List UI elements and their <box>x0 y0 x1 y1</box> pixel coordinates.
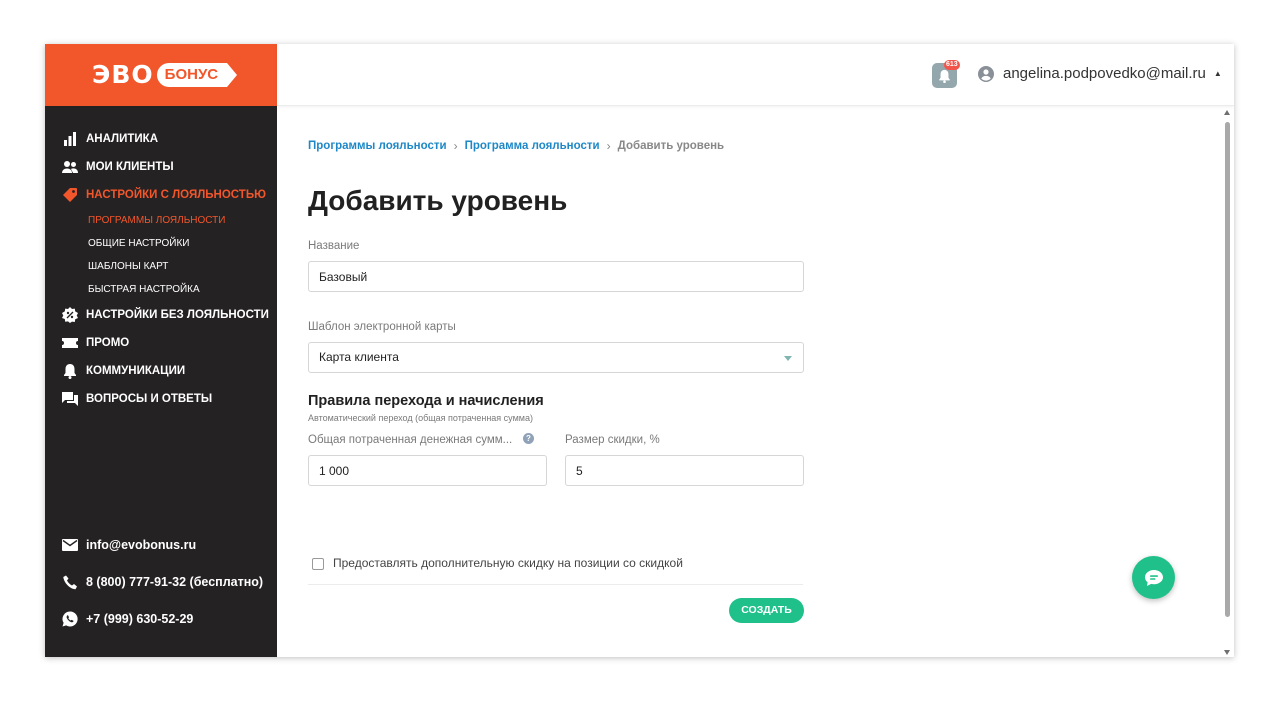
breadcrumb-link-programs[interactable]: Программы лояльности <box>308 140 447 152</box>
contact-phone-text: 8 (800) 777-91-32 (бесплатно) <box>86 575 264 589</box>
contact-email-text: info@evobonus.ru <box>86 538 197 552</box>
scroll-down-arrow-icon[interactable] <box>1224 650 1230 655</box>
logo[interactable]: ЭВО БОНУС <box>92 60 238 89</box>
discount-input[interactable] <box>565 455 804 486</box>
rules-section-title: Правила перехода и начисления <box>308 393 544 409</box>
contact-email[interactable]: info@evobonus.ru <box>62 537 196 553</box>
account-circle-icon <box>978 65 994 82</box>
sidebar-item-communications[interactable]: КОММУНИКАЦИИ <box>62 363 185 379</box>
mail-icon <box>62 537 78 553</box>
ticket-icon <box>62 335 78 351</box>
sidebar-subitem-loyalty-programs[interactable]: ПРОГРАММЫ ЛОЯЛЬНОСТИ <box>88 215 225 226</box>
extra-discount-checkbox[interactable] <box>312 558 324 570</box>
sidebar-item-faq[interactable]: ВОПРОСЫ И ОТВЕТЫ <box>62 391 212 407</box>
sidebar-item-label: АНАЛИТИКА <box>86 133 159 145</box>
sidebar-item-loyalty-settings[interactable]: НАСТРОЙКИ С ЛОЯЛЬНОСТЬЮ <box>62 187 266 203</box>
sidebar-item-label: НАСТРОЙКИ С ЛОЯЛЬНОСТЬЮ <box>86 189 266 201</box>
bell-icon <box>62 363 78 379</box>
contact-phone[interactable]: 8 (800) 777-91-32 (бесплатно) <box>62 574 263 590</box>
user-menu[interactable]: angelina.podpovedko@mail.ru ▲ <box>978 65 1222 82</box>
create-button[interactable]: СОЗДАТЬ <box>729 598 804 623</box>
caret-up-icon: ▲ <box>1213 69 1222 78</box>
help-icon[interactable]: ? <box>523 433 534 444</box>
sidebar-subitem-quick-setup[interactable]: БЫСТРАЯ НАСТРОЙКА <box>88 284 200 295</box>
sidebar-subitem-general-settings[interactable]: ОБЩИЕ НАСТРОЙКИ <box>88 238 189 249</box>
logo-bonus-text: БОНУС <box>156 62 238 87</box>
chat-widget-button[interactable] <box>1132 556 1175 599</box>
tag-icon <box>62 187 78 203</box>
sidebar-item-label: НАСТРОЙКИ БЕЗ ЛОЯЛЬНОСТИ <box>86 309 269 321</box>
template-label: Шаблон электронной карты <box>308 321 456 333</box>
sidebar-item-analytics[interactable]: АНАЛИТИКА <box>62 131 158 147</box>
chat-icon <box>1144 569 1163 586</box>
percent-badge-icon <box>62 307 78 323</box>
chat-bubbles-icon <box>62 391 78 407</box>
notification-bell-icon <box>939 69 950 83</box>
whatsapp-icon <box>62 611 78 627</box>
chevron-right-icon: › <box>453 139 458 153</box>
chevron-right-icon: › <box>606 139 611 153</box>
dropdown-arrow-icon <box>784 356 792 361</box>
user-email: angelina.podpovedko@mail.ru <box>1003 65 1206 82</box>
sidebar-item-promo[interactable]: ПРОМО <box>62 335 129 351</box>
logo-evo-text: ЭВО <box>92 60 154 89</box>
breadcrumb: Программы лояльности › Программа лояльно… <box>308 139 724 153</box>
sidebar: ЭВО БОНУС АНАЛИТИКА МОИ КЛИЕНТЫ НАСТРОЙК… <box>45 44 277 657</box>
sidebar-item-label: ВОПРОСЫ И ОТВЕТЫ <box>86 393 213 405</box>
sidebar-item-clients[interactable]: МОИ КЛИЕНТЫ <box>62 159 174 175</box>
bar-chart-icon <box>62 131 78 147</box>
app-window: ЭВО БОНУС АНАЛИТИКА МОИ КЛИЕНТЫ НАСТРОЙК… <box>45 44 1234 657</box>
sidebar-item-no-loyalty-settings[interactable]: НАСТРОЙКИ БЕЗ ЛОЯЛЬНОСТИ <box>62 307 269 323</box>
template-select-value: Карта клиента <box>319 350 399 364</box>
contact-whatsapp[interactable]: +7 (999) 630-52-29 <box>62 611 193 627</box>
sidebar-subitem-card-templates[interactable]: ШАБЛОНЫ КАРТ <box>88 261 168 272</box>
discount-label: Размер скидки, % <box>565 434 660 446</box>
extra-discount-label[interactable]: Предоставлять дополнительную скидку на п… <box>333 556 683 570</box>
sidebar-item-label: МОИ КЛИЕНТЫ <box>86 161 174 173</box>
spent-amount-label: Общая потраченная денежная сумм... <box>308 434 513 446</box>
template-select[interactable]: Карта клиента <box>308 342 804 373</box>
divider <box>308 584 803 585</box>
main-content: Программы лояльности › Программа лояльно… <box>277 106 1234 657</box>
top-bar: 613 angelina.podpovedko@mail.ru ▲ <box>277 44 1234 106</box>
sidebar-item-label: КОММУНИКАЦИИ <box>86 365 186 377</box>
notifications-button[interactable]: 613 <box>932 60 960 88</box>
spent-amount-input[interactable] <box>308 455 547 486</box>
name-label: Название <box>308 240 360 252</box>
logo-bar: ЭВО БОНУС <box>45 44 277 106</box>
notifications-badge: 613 <box>944 60 960 70</box>
contact-whatsapp-text: +7 (999) 630-52-29 <box>86 612 194 626</box>
phone-icon <box>62 574 78 590</box>
scroll-up-arrow-icon[interactable] <box>1224 110 1230 115</box>
breadcrumb-link-program[interactable]: Программа лояльности <box>465 140 600 152</box>
name-input[interactable] <box>308 261 804 292</box>
sidebar-item-label: ПРОМО <box>86 337 130 349</box>
people-icon <box>62 159 78 175</box>
page-title: Добавить уровень <box>308 185 568 216</box>
scrollbar-thumb[interactable] <box>1225 122 1230 617</box>
vertical-scrollbar[interactable] <box>1224 110 1231 655</box>
rules-section-subtitle: Автоматический переход (общая потраченна… <box>308 413 533 423</box>
breadcrumb-current: Добавить уровень <box>617 140 725 152</box>
